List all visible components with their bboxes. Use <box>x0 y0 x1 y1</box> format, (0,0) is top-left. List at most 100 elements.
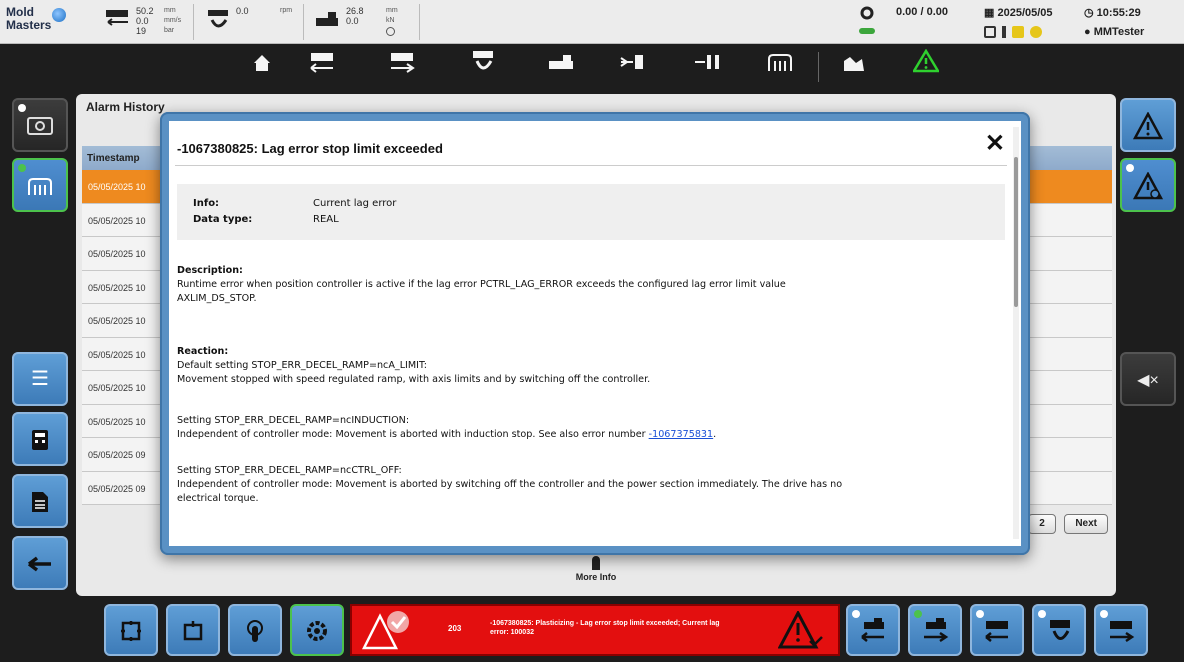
alarm-history-button[interactable] <box>1120 158 1176 212</box>
plasticizing-icon[interactable] <box>460 49 504 85</box>
injection-icon[interactable] <box>300 49 344 85</box>
bottom-toolbar: 203 -1067380825: Plasticizing - Lag erro… <box>0 598 1184 662</box>
single-cycle-button[interactable] <box>166 604 220 656</box>
calculator-button[interactable] <box>12 412 68 466</box>
cycle-mode-button[interactable] <box>104 604 158 656</box>
alarm-count: 203 <box>448 624 462 633</box>
error-number-link[interactable]: -1067375831 <box>649 429 714 440</box>
clamp-open-icon <box>861 617 884 642</box>
reaction-text: Setting STOP_ERR_DECEL_RAMP=ncINDUCTION: <box>177 415 410 426</box>
dialog-scrollbar[interactable] <box>1013 127 1019 539</box>
dialog-title: -1067380825: Lag error stop limit exceed… <box>177 141 443 156</box>
ejector-icon[interactable] <box>612 49 656 85</box>
warning-icon[interactable] <box>904 48 948 85</box>
date-display: ▦ 2025/05/05 <box>984 6 1053 19</box>
reaction-text: . <box>713 429 717 440</box>
cycle-auto-icon <box>121 620 141 641</box>
manual-mode-button[interactable] <box>228 604 282 656</box>
status-led-icon <box>859 28 875 34</box>
clamp-icon[interactable] <box>540 49 584 85</box>
user-display[interactable]: ● MMTester <box>1084 26 1144 38</box>
clock-icon: ◷ <box>1084 7 1094 19</box>
user-icon: ● <box>1084 26 1091 38</box>
active-alarm-bar[interactable]: 203 -1067380825: Plasticizing - Lag erro… <box>350 604 840 656</box>
gauge-value: 19 <box>136 26 147 36</box>
indicator-dot <box>1126 164 1134 172</box>
injection-forward-button[interactable] <box>908 604 962 656</box>
screw-speed-icon <box>104 8 134 30</box>
timestamp-cell: 05/05/2025 09 <box>88 450 146 460</box>
menu-button[interactable]: ☰ <box>12 352 68 406</box>
dialog-body: -1067380825: Lag error stop limit exceed… <box>169 121 1021 546</box>
gauge-value: 50.2 <box>136 6 154 16</box>
close-icon[interactable]: ✕ <box>985 129 1005 158</box>
setup-mode-button[interactable] <box>290 604 344 656</box>
indicator-dot <box>852 610 860 618</box>
gear-hand-icon <box>307 620 327 641</box>
indicator-dot <box>18 164 26 172</box>
usb-icon <box>1002 26 1007 39</box>
gauge-value: 26.8 <box>346 6 364 16</box>
indicator-dot <box>914 610 922 618</box>
gauge-unit: kN <box>386 17 395 24</box>
alarm-button[interactable] <box>1120 98 1176 152</box>
scrollbar-thumb[interactable] <box>1014 157 1018 307</box>
timestamp-cell: 05/05/2025 10 <box>88 416 146 427</box>
logo-text-masters: Masters <box>6 18 52 32</box>
more-info-button[interactable]: More Info <box>546 556 646 582</box>
rotation-icon <box>204 8 234 30</box>
yellow-status-icon <box>1012 26 1025 39</box>
reaction-text: Independent of controller mode: Movement… <box>177 479 843 490</box>
heating-icon[interactable] <box>758 49 802 85</box>
mute-button[interactable]: ◀× <box>1120 352 1176 406</box>
plasticize-button[interactable] <box>1032 604 1086 656</box>
screw-back-button[interactable] <box>970 604 1024 656</box>
screw-back-icon <box>985 620 1008 642</box>
counter-value: 0.00 / 0.00 <box>896 6 948 18</box>
data-type-label: Data type: <box>193 214 253 225</box>
alarm-message: -1067380825: Plasticizing - Lag error st… <box>490 620 720 636</box>
calculator-icon <box>32 429 48 450</box>
timestamp-cell: 05/05/2025 10 <box>88 349 146 360</box>
alarm-warning-icon <box>778 611 823 649</box>
reaction-text: Setting STOP_ERR_DECEL_RAMP=ncCTRL_OFF: <box>177 465 402 476</box>
alarm-history-icon <box>1132 171 1164 199</box>
gauge-unit: mm <box>386 7 398 14</box>
screen: Mold Masters 50.2 0.0 19 mm mm/s bar 0.0… <box>0 0 1184 662</box>
indicator-dot <box>1100 610 1108 618</box>
single-cycle-icon <box>183 620 203 640</box>
timestamp-cell: 05/05/2025 10 <box>88 215 146 226</box>
next-page-button[interactable]: Next <box>1064 514 1108 534</box>
page-2-button[interactable]: 2 <box>1028 514 1056 534</box>
core-pull-icon[interactable] <box>686 49 730 85</box>
back-button[interactable] <box>12 536 68 590</box>
clamp-close-icon <box>924 617 949 642</box>
reaction-text: electrical torque. <box>177 493 259 504</box>
alarm-detail-dialog: -1067380825: Lag error stop limit exceed… <box>160 112 1030 555</box>
document-button[interactable] <box>12 474 68 528</box>
screw-forward-button[interactable] <box>1094 604 1148 656</box>
heating-zone-button[interactable] <box>12 158 68 212</box>
injection-back-button[interactable] <box>846 604 900 656</box>
page-title: Alarm History <box>86 100 165 114</box>
alarm-acknowledge-icon <box>362 611 409 650</box>
info-value: Current lag error <box>313 198 397 209</box>
logo-mark-icon <box>52 8 66 22</box>
screw-forward-icon <box>1110 620 1135 642</box>
home-icon[interactable] <box>240 49 284 85</box>
date-value: 2025/05/05 <box>997 7 1053 19</box>
injection-unit-icon[interactable] <box>380 49 424 85</box>
machine-power-button[interactable] <box>12 98 68 152</box>
monitoring-icon[interactable] <box>832 49 876 85</box>
column-header-timestamp[interactable]: Timestamp <box>87 153 140 164</box>
description-text: Runtime error when position controller i… <box>177 279 786 290</box>
clamp-gauge: 26.8 0.0 mm kN <box>314 4 420 40</box>
description-text: AXLIM_DS_STOP. <box>177 293 257 304</box>
timestamp-cell: 05/05/2025 10 <box>88 249 146 259</box>
calendar-icon: ▦ <box>984 7 995 19</box>
reaction-text: Movement stopped with speed regulated ra… <box>177 374 651 385</box>
back-arrow-icon <box>27 556 51 572</box>
user-name: MMTester <box>1093 26 1145 38</box>
description-section: Description: Runtime error when position… <box>177 264 997 306</box>
time-display: ◷ 10:55:29 <box>1084 6 1141 19</box>
